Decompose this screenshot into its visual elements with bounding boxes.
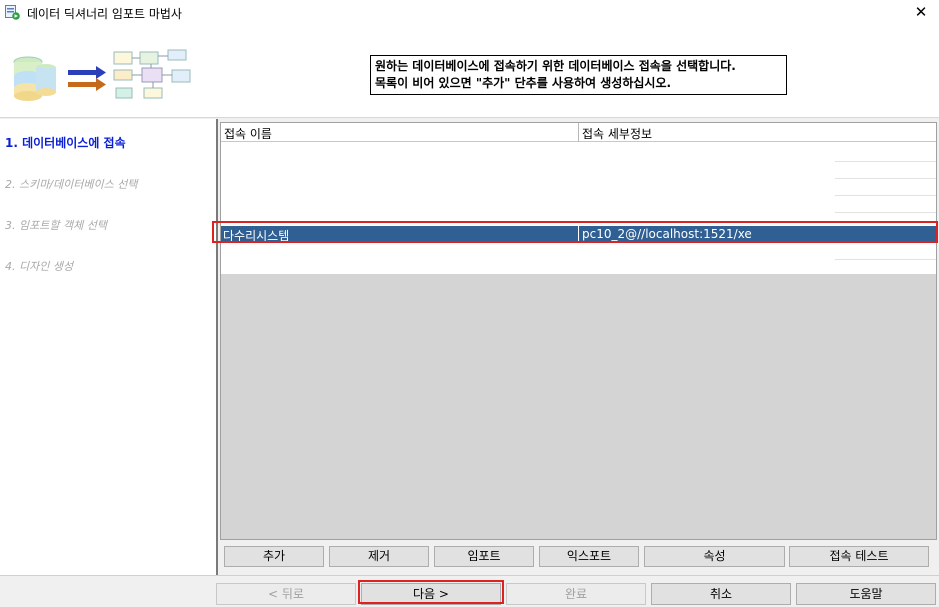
table-header: 접속 이름 접속 세부정보 [221, 123, 936, 142]
title-bar: 데이터 딕셔너리 임포트 마법사 ✕ [0, 0, 939, 26]
action-buttons: 추가 제거 임포트 익스포트 속성 접속 테스트 [0, 546, 939, 572]
wizard-window: 데이터 딕셔너리 임포트 마법사 ✕ 원하는 데이터베이스에 접속하기 위한 데… [0, 0, 939, 607]
properties-button[interactable]: 속성 [644, 546, 785, 567]
row-divider [835, 178, 936, 179]
window-title: 데이터 딕셔너리 임포트 마법사 [27, 7, 182, 21]
table-body: 다수리시스템 pc10_2@//localhost:1521/xe [221, 142, 936, 274]
next-button-highlight [358, 580, 504, 604]
cancel-button[interactable]: 취소 [651, 583, 791, 605]
close-icon[interactable]: ✕ [903, 0, 939, 26]
step-select-schema: 2. 스키마/데이터베이스 선택 [5, 178, 138, 191]
instructions-box: 원하는 데이터베이스에 접속하기 위한 데이터베이스 접속을 선택합니다. 목록… [370, 55, 787, 95]
step-connect-database[interactable]: 1. 데이터베이스에 접속 [5, 134, 126, 151]
row-divider [835, 161, 936, 162]
database-import-illustration [13, 49, 191, 101]
help-button[interactable]: 도움말 [796, 583, 936, 605]
test-connection-button[interactable]: 접속 테스트 [789, 546, 929, 567]
row-divider [835, 259, 936, 260]
instruction-line-1: 원하는 데이터베이스에 접속하기 위한 데이터베이스 접속을 선택합니다. [375, 59, 736, 73]
instruction-line-2: 목록이 비어 있으면 "추가" 단추를 사용하여 생성하십시오. [375, 76, 672, 90]
column-divider[interactable] [578, 123, 579, 142]
import-button[interactable]: 임포트 [434, 546, 534, 567]
connections-panel: 접속 이름 접속 세부정보 다수리시스템 pc10_2@//localhost:… [218, 119, 939, 575]
wizard-header: 원하는 데이터베이스에 접속하기 위한 데이터베이스 접속을 선택합니다. 목록… [0, 26, 939, 118]
finish-button[interactable]: 완료 [506, 583, 646, 605]
column-connection-name[interactable]: 접속 이름 [224, 125, 272, 142]
add-button[interactable]: 추가 [224, 546, 324, 567]
column-connection-details[interactable]: 접속 세부정보 [582, 125, 652, 142]
app-icon [5, 5, 20, 20]
wizard-steps: 1. 데이터베이스에 접속 2. 스키마/데이터베이스 선택 3. 임포트할 객… [0, 119, 216, 575]
export-button[interactable]: 익스포트 [539, 546, 639, 567]
row-divider [835, 195, 936, 196]
back-button[interactable]: < 뒤로 [216, 583, 356, 605]
step-generate-design: 4. 디자인 생성 [5, 260, 74, 273]
remove-button[interactable]: 제거 [329, 546, 429, 567]
connections-table[interactable]: 접속 이름 접속 세부정보 다수리시스템 pc10_2@//localhost:… [220, 122, 937, 540]
step-select-objects: 3. 임포트할 객체 선택 [5, 219, 107, 232]
selected-row-highlight [212, 221, 938, 243]
row-divider [835, 212, 936, 213]
